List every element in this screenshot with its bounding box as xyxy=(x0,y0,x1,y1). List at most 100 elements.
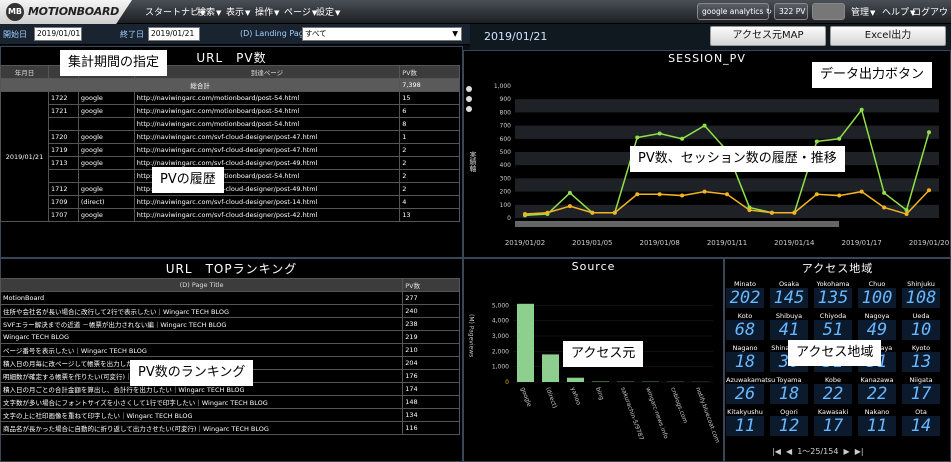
start-date-input[interactable]: 2019/01/01 xyxy=(34,27,82,41)
data-point[interactable] xyxy=(747,208,752,213)
menu-help[interactable]: ヘルプ▼ xyxy=(882,5,915,18)
row-title[interactable]: Wingarc TECH BLOG xyxy=(0,330,404,344)
data-point[interactable] xyxy=(927,188,931,193)
prev-page-icon[interactable]: ◀ xyxy=(786,447,792,456)
row-url[interactable]: http://naviwingarc.com/svf-cloud-designe… xyxy=(133,208,401,222)
menu-search[interactable]: 検索▼ xyxy=(197,5,221,18)
data-point[interactable] xyxy=(814,192,819,197)
row-title[interactable]: ページ番号を表示したい｜Wingarc TECH BLOG xyxy=(0,343,404,357)
menu-view[interactable]: 表示▼ xyxy=(226,5,250,18)
data-point[interactable] xyxy=(792,210,797,215)
zoom-in-icon[interactable] xyxy=(466,86,472,92)
table-row[interactable]: 1712 google http://naviwingarc.com/svf-clo… xyxy=(1,182,460,196)
landing-page-select[interactable]: すべて ▼ xyxy=(302,27,462,41)
data-point[interactable] xyxy=(769,210,774,215)
table-row[interactable]: 1721 google http://naviwingarc.com/motionb… xyxy=(1,104,460,118)
row-title[interactable]: 住所や会社名が長い場合に改行して2行で表示したい｜Wingarc TECH BL… xyxy=(0,304,404,318)
table-row[interactable]: 1720 google http://naviwingarc.com/svf-clo… xyxy=(1,130,460,144)
table-row[interactable]: MotionBoard 277 xyxy=(0,291,460,305)
table-row[interactable]: 1713 google http://naviwingarc.com/svf-clo… xyxy=(1,156,460,170)
data-point[interactable] xyxy=(904,212,909,217)
table-row[interactable]: 1709 (direct) http://naviwingarc.com/svf-c… xyxy=(1,195,460,209)
table-row[interactable]: 1719 google http://naviwingarc.com/svf-clo… xyxy=(1,143,460,157)
row-title[interactable]: 商品名が長かった場合に自動的に折り返して出力させたい(可変行)｜Wingarc … xyxy=(0,421,404,435)
region-item[interactable]: Nakano 11 xyxy=(858,408,896,448)
data-point[interactable] xyxy=(635,192,640,197)
zoom-out-icon[interactable] xyxy=(466,96,472,102)
bar[interactable] xyxy=(517,303,534,382)
current-date: 2019/01/21 xyxy=(484,30,548,43)
data-point[interactable] xyxy=(814,139,819,144)
data-point[interactable] xyxy=(635,135,640,140)
first-page-icon[interactable]: |◀ xyxy=(772,447,781,456)
chart-scrollbar[interactable] xyxy=(515,221,839,227)
table-row[interactable]: ページ番号を表示したい｜Wingarc TECH BLOG 210 xyxy=(0,343,460,357)
row-url[interactable]: http://naviwingarc.com/motionboard/post-… xyxy=(133,104,401,118)
data-point[interactable] xyxy=(680,136,685,141)
next-page-icon[interactable]: ▶ xyxy=(844,447,850,456)
table-row[interactable]: 2019/01/21 1722 google http://naviwingarc.c… xyxy=(0,91,460,222)
menu-page[interactable]: ページ▼ xyxy=(284,5,317,18)
end-date-input[interactable]: 2019/01/21 xyxy=(148,27,200,41)
data-point[interactable] xyxy=(567,190,572,195)
access-map-button[interactable]: アクセス元MAP xyxy=(710,26,826,46)
logout-link[interactable]: ログアウト xyxy=(912,5,951,18)
row-title[interactable]: MotionBoard xyxy=(0,291,404,305)
bar[interactable] xyxy=(542,354,559,382)
chart-zoom-controls[interactable] xyxy=(466,86,474,116)
data-point[interactable] xyxy=(927,130,931,135)
data-point[interactable] xyxy=(859,189,864,194)
table-row[interactable]: http://naviwingarc.com/motionboard/post-… xyxy=(1,117,460,131)
last-page-icon[interactable]: ▶| xyxy=(855,447,864,456)
table-row[interactable]: 1707 google http://naviwingarc.com/svf-clo… xyxy=(1,208,460,222)
table-row[interactable]: 文字数が多い場合にフォントサイズを小さくして1行で印字したい｜Wingarc T… xyxy=(0,395,460,409)
row-url[interactable]: http://naviwingarc.com/motionboard/post-… xyxy=(133,91,401,105)
data-point[interactable] xyxy=(680,193,685,198)
region-item[interactable]: Kitakyushu 11 xyxy=(726,408,764,448)
data-point[interactable] xyxy=(523,212,527,217)
data-point[interactable] xyxy=(859,107,864,112)
row-pv: 4 xyxy=(399,195,460,209)
reset-icon[interactable] xyxy=(466,106,472,112)
row-url[interactable]: http://naviwingarc.com/motionboard/post-… xyxy=(133,117,401,131)
region-item[interactable]: Ogori 12 xyxy=(770,408,808,448)
data-point[interactable] xyxy=(882,205,887,210)
data-point[interactable] xyxy=(612,210,617,215)
region-name: Kyoto xyxy=(911,344,931,352)
row-title[interactable]: 文字数が多い場合にフォントサイズを小さくして1行で印字したい｜Wingarc T… xyxy=(0,395,404,409)
table-row[interactable]: http://naviwingarc.com/motionboard/post-… xyxy=(1,169,460,183)
motionboard-logo[interactable]: MB MOTIONBOARD xyxy=(0,0,132,24)
data-point[interactable] xyxy=(882,190,887,195)
data-point[interactable] xyxy=(837,136,842,141)
table-row[interactable]: SVFエラー解決までの近道 －帳票が出力されない編｜Wingarc TECH B… xyxy=(0,317,460,331)
data-point[interactable] xyxy=(567,204,572,209)
data-point[interactable] xyxy=(545,210,550,215)
region-item[interactable]: Ota 14 xyxy=(902,408,940,448)
row-title[interactable]: 文字の上に社印画像を重ねて印字したい｜Wingarc TECH BLOG xyxy=(0,408,404,422)
menu-operation[interactable]: 操作▼ xyxy=(255,5,279,18)
menu-settings[interactable]: 設定▼ xyxy=(316,5,340,18)
row-title[interactable]: SVFエラー解決までの近道 －帳票が出力されない編｜Wingarc TECH B… xyxy=(0,317,404,331)
table-row[interactable]: 文字の上に社印画像を重ねて印字したい｜Wingarc TECH BLOG 134 xyxy=(0,408,460,422)
bar[interactable] xyxy=(567,377,584,382)
region-name: Toyama xyxy=(776,376,802,384)
google-analytics-button[interactable]: google analytics ↻ xyxy=(697,3,772,20)
data-point[interactable] xyxy=(725,192,729,197)
data-point[interactable] xyxy=(590,210,595,215)
excel-export-button[interactable]: Excel出力 xyxy=(830,26,946,46)
data-point[interactable] xyxy=(702,189,707,194)
table-row[interactable]: Wingarc TECH BLOG 219 xyxy=(0,330,460,344)
row-url[interactable]: http://naviwingarc.com/svf-cloud-designe… xyxy=(133,143,401,157)
table-row[interactable]: 住所や会社名が長い場合に改行して2行で表示したい｜Wingarc TECH BL… xyxy=(0,304,460,318)
data-point[interactable] xyxy=(657,131,662,136)
table-row[interactable]: 商品名が長かった場合に自動的に折り返して出力させたい(可変行)｜Wingarc … xyxy=(0,421,460,435)
menu-admin[interactable]: 管理▼ xyxy=(851,5,875,18)
region-item[interactable]: Kawasaki 17 xyxy=(814,408,852,448)
row-url[interactable]: http://naviwingarc.com/svf-cloud-designe… xyxy=(133,130,401,144)
row-url[interactable]: http://naviwingarc.com/svf-cloud-designe… xyxy=(133,195,401,209)
data-point[interactable] xyxy=(837,193,842,198)
data-point[interactable] xyxy=(702,123,707,128)
data-point[interactable] xyxy=(657,192,662,197)
region-pager[interactable]: |◀ ◀ 1～25/154 ▶ ▶| xyxy=(772,446,864,457)
user-avatar[interactable] xyxy=(812,3,845,20)
